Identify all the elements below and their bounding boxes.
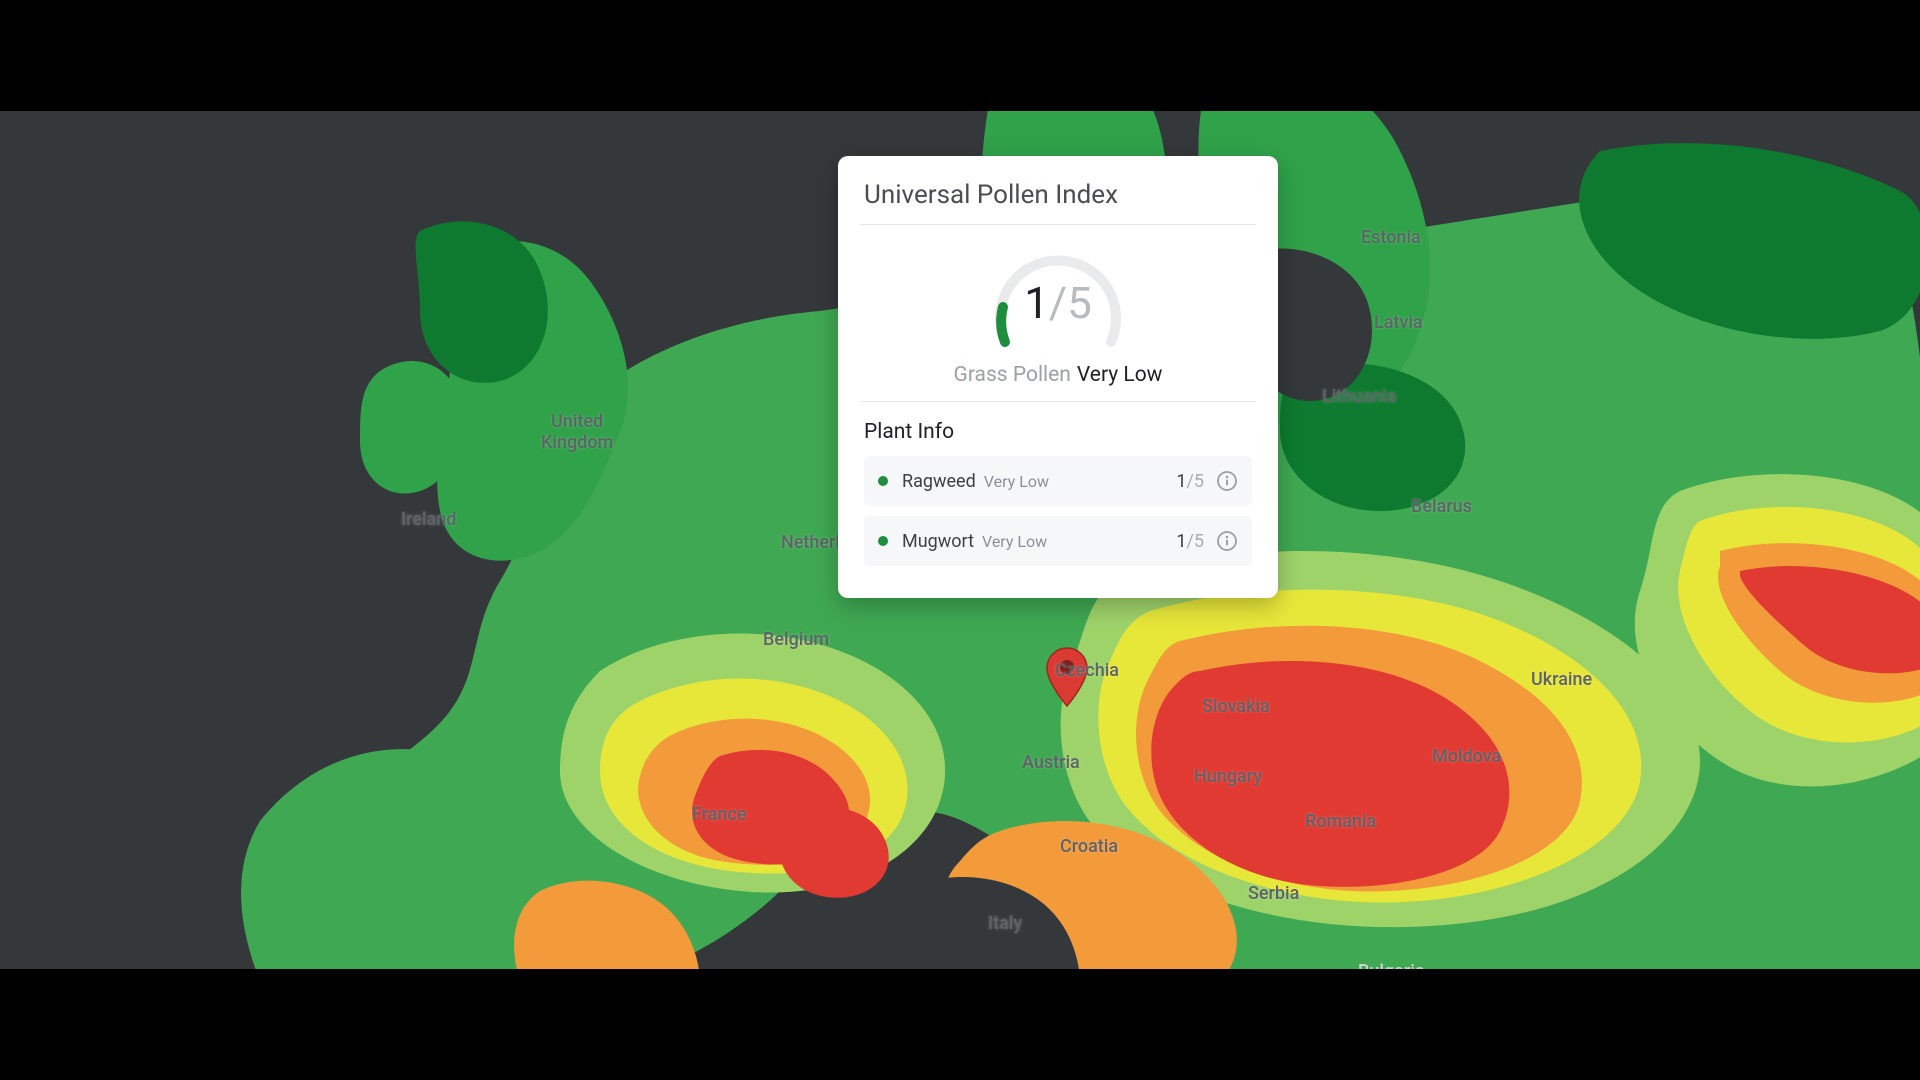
plant-score-value: 1 bbox=[1176, 531, 1186, 552]
status-dot-icon bbox=[878, 476, 888, 486]
plant-level: Very Low bbox=[984, 472, 1049, 491]
card-title: Universal Pollen Index bbox=[864, 180, 1252, 210]
gauge-value-number: 1 bbox=[1024, 277, 1049, 329]
letterbox-top bbox=[0, 0, 1920, 111]
pollen-gauge: 1/5 bbox=[983, 247, 1133, 357]
plant-row-ragweed[interactable]: Ragweed Very Low 1/5 bbox=[864, 456, 1252, 506]
card-separator-2 bbox=[860, 401, 1256, 402]
plant-row-mugwort[interactable]: Mugwort Very Low 1/5 bbox=[864, 516, 1252, 566]
status-dot-icon bbox=[878, 536, 888, 546]
pollen-index-card: Universal Pollen Index 1/5 Grass PollenV… bbox=[838, 156, 1278, 598]
letterbox-bottom bbox=[0, 969, 1920, 1080]
plant-score: 1/5 bbox=[1176, 471, 1204, 492]
plant-level: Very Low bbox=[982, 532, 1047, 551]
plant-score-denom: /5 bbox=[1186, 531, 1204, 552]
plant-name: Mugwort bbox=[902, 531, 974, 552]
info-icon[interactable] bbox=[1216, 530, 1238, 552]
gauge-value-denom: /5 bbox=[1049, 277, 1092, 329]
gauge-type-label: Grass Pollen bbox=[954, 363, 1071, 387]
plant-score: 1/5 bbox=[1176, 531, 1204, 552]
gauge-section: 1/5 Grass PollenVery Low bbox=[864, 225, 1252, 401]
gauge-value: 1/5 bbox=[983, 277, 1133, 329]
gauge-level-label: Very Low bbox=[1077, 363, 1163, 387]
plant-info-title: Plant Info bbox=[864, 420, 1252, 444]
plant-name: Ragweed bbox=[902, 471, 976, 492]
gauge-caption: Grass PollenVery Low bbox=[954, 363, 1163, 387]
plant-score-value: 1 bbox=[1176, 471, 1186, 492]
pollen-heatmap[interactable]: Norway Finland Estonia Latvia Lithuania … bbox=[0, 111, 1920, 969]
info-icon[interactable] bbox=[1216, 470, 1238, 492]
plant-score-denom: /5 bbox=[1186, 471, 1204, 492]
stage: Norway Finland Estonia Latvia Lithuania … bbox=[0, 0, 1920, 1080]
